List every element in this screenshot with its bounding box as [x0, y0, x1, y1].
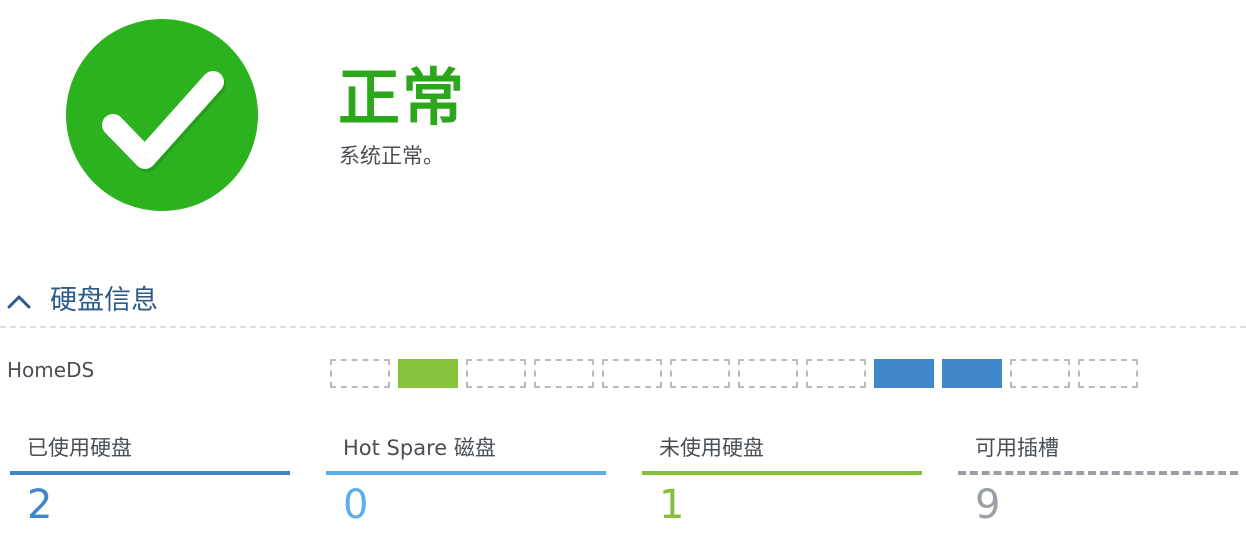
stat-label: Hot Spare 磁盘: [343, 436, 496, 460]
stat-used-disks: 已使用硬盘 2: [10, 425, 290, 535]
disk-slot-2-unused[interactable]: [398, 359, 458, 388]
collapse-button[interactable]: [6, 290, 32, 314]
section-title: 硬盘信息: [50, 285, 158, 316]
disk-slots: [330, 359, 1138, 388]
stat-label: 已使用硬盘: [27, 436, 132, 460]
disk-slot-12-empty[interactable]: [1078, 359, 1138, 388]
disk-slot-8-empty[interactable]: [806, 359, 866, 388]
device-name: HomeDS: [7, 358, 95, 382]
stat-bar: [642, 471, 922, 475]
disk-slot-3-empty[interactable]: [466, 359, 526, 388]
stat-label: 未使用硬盘: [659, 436, 764, 460]
stat-unused-disks: 未使用硬盘 1: [642, 425, 922, 535]
chevron-up-icon[interactable]: [6, 290, 32, 314]
status-description: 系统正常。: [339, 144, 444, 168]
stat-value: 0: [343, 482, 369, 528]
stat-hot-spare-disks: Hot Spare 磁盘 0: [326, 425, 606, 535]
stat-value: 1: [659, 482, 685, 528]
status-title: 正常: [338, 61, 467, 134]
disk-slot-4-empty[interactable]: [534, 359, 594, 388]
stat-available-slots: 可用插槽 9: [958, 425, 1238, 535]
disk-slot-11-empty[interactable]: [1010, 359, 1070, 388]
stat-bar: [10, 471, 290, 475]
disk-slot-5-empty[interactable]: [602, 359, 662, 388]
disk-slot-10-used[interactable]: [942, 359, 1002, 388]
status-ok-indicator: [66, 19, 258, 211]
stat-bar: [958, 471, 1238, 475]
stat-value: 2: [27, 482, 53, 528]
disk-slot-7-empty[interactable]: [738, 359, 798, 388]
disk-slot-6-empty[interactable]: [670, 359, 730, 388]
check-icon: [102, 71, 226, 172]
stat-bar: [326, 471, 606, 475]
stat-value: 9: [975, 482, 1001, 528]
disk-slot-9-used[interactable]: [874, 359, 934, 388]
disk-info-section-header: 硬盘信息: [0, 282, 1246, 328]
stat-label: 可用插槽: [975, 436, 1059, 460]
disk-slot-1-empty[interactable]: [330, 359, 390, 388]
